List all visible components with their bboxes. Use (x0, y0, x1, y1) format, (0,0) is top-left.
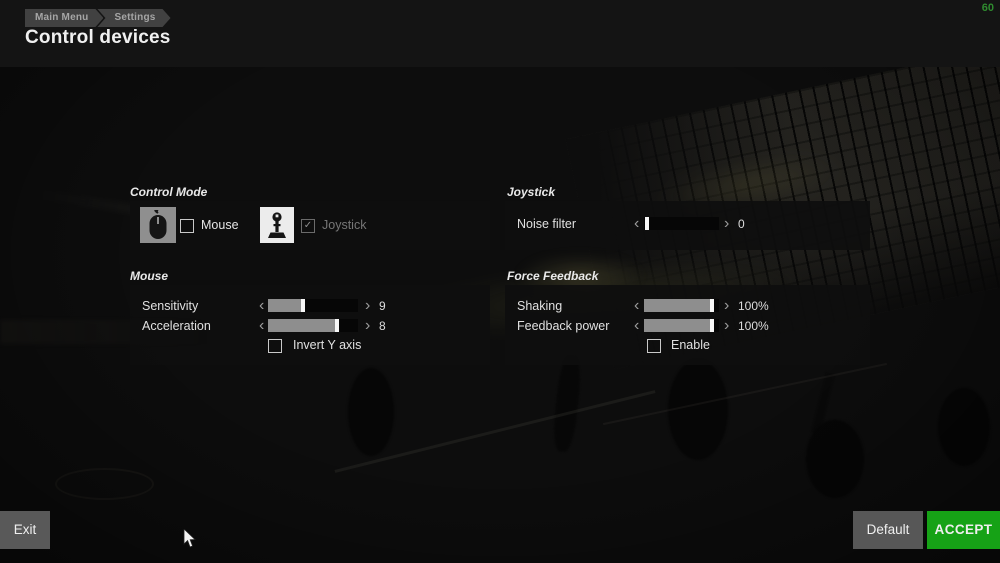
feedback-power-slider-track[interactable] (644, 319, 719, 332)
slider-fill (268, 299, 304, 312)
slider-fill (268, 319, 339, 332)
joystick-checkbox[interactable]: ✓ (301, 219, 315, 233)
acceleration-label: Acceleration (142, 319, 211, 333)
header-bar: Main Menu Settings Control devices (0, 0, 1000, 67)
slider-decrease-arrow[interactable]: ‹ (259, 316, 264, 335)
noise-filter-row: Noise filter ‹ › 0 (505, 214, 870, 234)
slider-decrease-arrow[interactable]: ‹ (634, 316, 639, 335)
mouse-icon (140, 207, 176, 243)
enable-checkbox[interactable] (647, 339, 661, 353)
mouse-panel-title: Mouse (130, 269, 169, 283)
sensitivity-value: 9 (379, 299, 386, 313)
breadcrumb-settings[interactable]: Settings (97, 9, 170, 27)
shaking-slider-track[interactable] (644, 299, 719, 312)
joystick-icon (260, 207, 294, 243)
slider-increase-arrow[interactable]: › (365, 296, 370, 315)
mouse-panel: Sensitivity ‹ › 9 Acceleration ‹ › 8 Inv… (130, 285, 490, 365)
force-feedback-panel-title: Force Feedback (507, 269, 599, 283)
accept-button[interactable]: ACCEPT (927, 511, 1000, 549)
noise-filter-label: Noise filter (517, 217, 577, 231)
joystick-panel: Noise filter ‹ › 0 (505, 201, 870, 250)
slider-decrease-arrow[interactable]: ‹ (634, 214, 639, 233)
control-mode-panel-title: Control Mode (130, 185, 208, 199)
slider-fill (644, 319, 713, 332)
sensitivity-label: Sensitivity (142, 299, 199, 313)
noise-filter-slider-track[interactable] (644, 217, 719, 230)
slider-fill (644, 299, 713, 312)
slider-decrease-arrow[interactable]: ‹ (634, 296, 639, 315)
force-feedback-panel: Shaking ‹ › 100% Feedback power ‹ › 100%… (505, 285, 870, 365)
exit-button[interactable]: Exit (0, 511, 50, 549)
mouse-option-label: Mouse (201, 218, 239, 232)
slider-increase-arrow[interactable]: › (365, 316, 370, 335)
slider-handle[interactable] (645, 217, 649, 230)
mouse-cursor (183, 528, 196, 553)
control-devices-screen: Main Menu Settings Control devices 60 Co… (0, 0, 1000, 563)
feedback-power-label: Feedback power (517, 319, 610, 333)
acceleration-slider-track[interactable] (268, 319, 358, 332)
sensitivity-row: Sensitivity ‹ › 9 (130, 296, 490, 316)
invert-y-axis-label: Invert Y axis (293, 338, 362, 352)
fps-counter: 60 (981, 2, 994, 14)
breadcrumb: Main Menu Settings (25, 9, 171, 27)
shaking-label: Shaking (517, 299, 563, 313)
feedback-power-row: Feedback power ‹ › 100% (505, 316, 870, 336)
mouse-checkbox[interactable] (180, 219, 194, 233)
enable-label: Enable (671, 338, 710, 352)
slider-handle[interactable] (710, 319, 714, 332)
default-button[interactable]: Default (853, 511, 923, 549)
shaking-value: 100% (738, 299, 769, 313)
breadcrumb-main-menu[interactable]: Main Menu (25, 9, 103, 27)
slider-handle[interactable] (710, 299, 714, 312)
joystick-option-label: Joystick (322, 218, 367, 232)
acceleration-row: Acceleration ‹ › 8 (130, 316, 490, 336)
slider-decrease-arrow[interactable]: ‹ (259, 296, 264, 315)
slider-increase-arrow[interactable]: › (724, 214, 729, 233)
page-title: Control devices (25, 27, 171, 48)
acceleration-value: 8 (379, 319, 386, 333)
invert-y-axis-checkbox[interactable] (268, 339, 282, 353)
feedback-power-value: 100% (738, 319, 769, 333)
control-mode-panel: Mouse ✓ Joystick (130, 201, 490, 250)
joystick-panel-title: Joystick (507, 185, 556, 199)
sensitivity-slider-track[interactable] (268, 299, 358, 312)
shaking-row: Shaking ‹ › 100% (505, 296, 870, 316)
slider-increase-arrow[interactable]: › (724, 296, 729, 315)
noise-filter-value: 0 (738, 217, 745, 231)
slider-handle[interactable] (301, 299, 305, 312)
slider-increase-arrow[interactable]: › (724, 316, 729, 335)
slider-handle[interactable] (335, 319, 340, 332)
